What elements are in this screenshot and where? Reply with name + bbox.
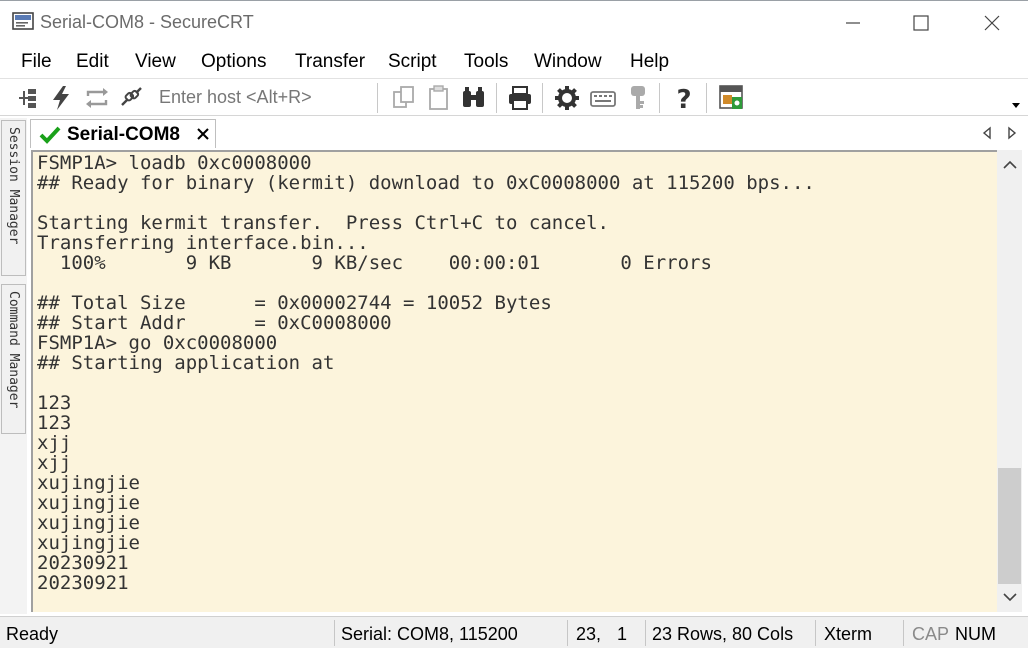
maximize-icon[interactable] (906, 9, 936, 37)
status-emulation: Xterm (824, 624, 873, 644)
status-connection: Serial: COM8, 115200 (341, 624, 518, 644)
disconnect-icon[interactable] (116, 83, 146, 113)
window-title: Serial-COM8 - SecureCRT (40, 12, 254, 32)
find-icon[interactable] (459, 83, 489, 113)
menu-view[interactable]: View (135, 51, 176, 73)
terminal-line: ## Ready for binary (kermit) download to… (37, 172, 815, 194)
status-separator (645, 620, 646, 646)
session-tab-strip: Serial-COM8 (27, 118, 1028, 148)
status-separator (567, 620, 568, 646)
tab-scroll-left-icon[interactable] (981, 126, 993, 140)
svg-text:?: ? (676, 85, 691, 113)
status-separator (815, 620, 816, 646)
terminal-line: 123 (37, 392, 72, 414)
command-manager-label: Command Manager (6, 291, 21, 409)
session-tab[interactable]: Serial-COM8 (30, 119, 216, 148)
menu-file[interactable]: File (21, 51, 52, 73)
terminal-line: xujingjie (37, 472, 140, 494)
copy-icon[interactable] (389, 83, 419, 113)
status-separator (334, 620, 335, 646)
quick-connect-icon[interactable] (47, 83, 77, 113)
minimize-icon[interactable] (838, 9, 868, 37)
key-agent-icon[interactable] (623, 83, 653, 113)
status-num: NUM (955, 624, 996, 644)
toolbar: Enter host <Alt+R> ? (0, 78, 1028, 116)
terminal-line: xujingjie (37, 492, 140, 514)
print-icon[interactable] (505, 83, 535, 113)
terminal-line: xjj (37, 432, 72, 454)
close-icon[interactable] (977, 9, 1007, 37)
keymap-icon[interactable] (588, 83, 618, 113)
help-icon[interactable]: ? (669, 83, 699, 113)
menu-window[interactable]: Window (534, 51, 602, 73)
terminal-line: Transferring interface.bin... (37, 232, 369, 254)
menu-options[interactable]: Options (201, 51, 266, 73)
tab-scroll-right-icon[interactable] (1006, 126, 1018, 140)
toolbar-separator (542, 83, 543, 113)
reconnect-icon[interactable] (82, 83, 112, 113)
status-cursor-col: 1 (617, 624, 628, 644)
command-manager-tab[interactable]: Command Manager (1, 284, 26, 434)
terminal-line: xjj (37, 452, 72, 474)
enter-host-field[interactable]: Enter host <Alt+R> (159, 87, 312, 108)
terminal-line: Starting kermit transfer. Press Ctrl+C t… (37, 212, 609, 234)
toolbar-separator (659, 83, 660, 113)
terminal-line: xujingjie (37, 532, 140, 554)
terminal-line: ## Total Size = 0x00002744 = 10052 Bytes (37, 292, 552, 314)
menu-transfer[interactable]: Transfer (295, 51, 365, 73)
menu-edit[interactable]: Edit (76, 51, 109, 73)
terminal-output[interactable]: FSMP1A> loadb 0xc0008000 ## Ready for bi… (31, 150, 997, 612)
menu-bar: File Edit View Options Transfer Script T… (0, 44, 1028, 78)
securecrt-app-icon (12, 12, 34, 30)
menu-help[interactable]: Help (630, 51, 669, 73)
tab-close-icon[interactable] (195, 126, 211, 142)
settings-icon[interactable] (552, 83, 582, 113)
terminal-scrollbar[interactable] (997, 150, 1022, 612)
terminal-line: ## Starting application at (37, 352, 335, 374)
terminal-line: 100% 9 KB 9 KB/sec 00:00:01 0 Errors (37, 252, 712, 274)
terminal-line: xujingjie (37, 512, 140, 534)
session-manager-tab[interactable]: Session Manager (1, 120, 26, 276)
connected-check-icon (39, 126, 61, 144)
side-panel: Session Manager Command Manager (0, 118, 27, 614)
connect-bar-icon[interactable] (14, 83, 44, 113)
session-manager-label: Session Manager (6, 127, 21, 245)
status-cursor-row: 23, (576, 624, 602, 644)
status-bar: Ready Serial: COM8, 115200 23, 1 23 Rows… (0, 616, 1028, 648)
status-ready: Ready (6, 624, 59, 644)
status-size: 23 Rows, 80 Cols (652, 624, 794, 644)
scroll-up-icon[interactable] (1003, 160, 1017, 170)
terminal-line: FSMP1A> go 0xc0008000 (37, 332, 278, 354)
terminal-line: ## Start Addr = 0xC0008000 (37, 312, 392, 334)
scroll-down-icon[interactable] (1003, 592, 1017, 602)
scrollbar-thumb[interactable] (998, 468, 1021, 584)
title-bar: Serial-COM8 - SecureCRT (0, 0, 1028, 44)
toolbar-separator (377, 83, 378, 113)
terminal-line: 20230921 (37, 552, 129, 574)
terminal-line: FSMP1A> loadb 0xc0008000 (37, 152, 312, 174)
terminal-line: 123 (37, 412, 72, 434)
paste-icon[interactable] (424, 83, 454, 113)
menu-tools[interactable]: Tools (464, 51, 508, 73)
status-caps: CAP (912, 624, 950, 644)
toolbar-separator (706, 83, 707, 113)
toolbar-separator (496, 83, 497, 113)
session-tab-label: Serial-COM8 (67, 124, 180, 145)
status-separator (903, 620, 904, 646)
toolbar-overflow-icon[interactable] (1011, 101, 1021, 109)
terminal-line: 20230921 (37, 572, 129, 594)
sftp-icon[interactable] (717, 83, 747, 113)
menu-script[interactable]: Script (388, 51, 437, 73)
